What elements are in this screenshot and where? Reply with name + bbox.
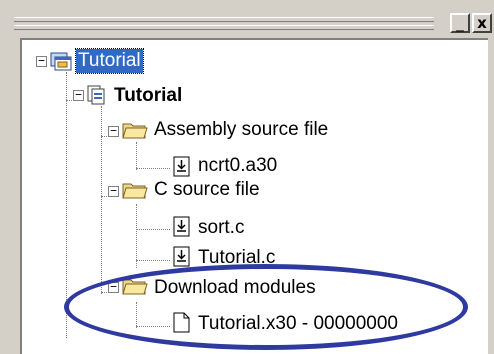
workspace-label[interactable]: Tutorial bbox=[75, 48, 144, 74]
tree-connector bbox=[136, 204, 137, 268]
folder-icon bbox=[122, 183, 148, 199]
minimize-button[interactable]: _ bbox=[450, 13, 470, 33]
collapse-toggle[interactable]: − bbox=[73, 89, 84, 101]
document-icon bbox=[173, 312, 190, 333]
folder-icon bbox=[122, 279, 148, 295]
tree-connector bbox=[136, 168, 170, 169]
tree-connector bbox=[136, 260, 170, 261]
tree-connector bbox=[66, 72, 67, 338]
close-button[interactable]: x bbox=[472, 13, 492, 33]
folder-label[interactable]: Assembly source file bbox=[152, 118, 330, 142]
file-label[interactable]: Tutorial.c bbox=[196, 246, 277, 270]
collapse-toggle[interactable]: − bbox=[108, 185, 119, 197]
file-label[interactable]: ncrt0.a30 bbox=[196, 154, 279, 178]
tree-connector bbox=[136, 229, 170, 230]
project-label[interactable]: Tutorial bbox=[112, 84, 184, 108]
drag-grip[interactable] bbox=[14, 25, 434, 30]
workspace-icon bbox=[50, 52, 72, 71]
project-icon bbox=[87, 85, 105, 105]
file-label[interactable]: Tutorial.x30 - 00000000 bbox=[196, 312, 400, 336]
tree-connector bbox=[136, 302, 137, 328]
source-file-icon bbox=[173, 216, 190, 237]
source-file-icon bbox=[173, 246, 190, 267]
tree-connector bbox=[101, 106, 102, 294]
collapse-toggle[interactable]: − bbox=[36, 55, 47, 67]
tree-connector bbox=[136, 142, 137, 170]
source-file-icon bbox=[173, 156, 190, 177]
tree-connector bbox=[136, 326, 170, 327]
workspace-panel: _ x − Tutorial − Tutorial − Assembly sou… bbox=[0, 0, 494, 354]
collapse-toggle[interactable]: − bbox=[108, 281, 119, 293]
folder-icon bbox=[122, 123, 148, 139]
project-tree: − Tutorial − Tutorial − Assembly source … bbox=[20, 38, 488, 354]
folder-label[interactable]: Download modules bbox=[152, 276, 318, 300]
file-label[interactable]: sort.c bbox=[196, 216, 246, 240]
drag-grip[interactable] bbox=[14, 17, 434, 22]
collapse-toggle[interactable]: − bbox=[108, 125, 119, 137]
folder-label[interactable]: C source file bbox=[152, 178, 262, 202]
